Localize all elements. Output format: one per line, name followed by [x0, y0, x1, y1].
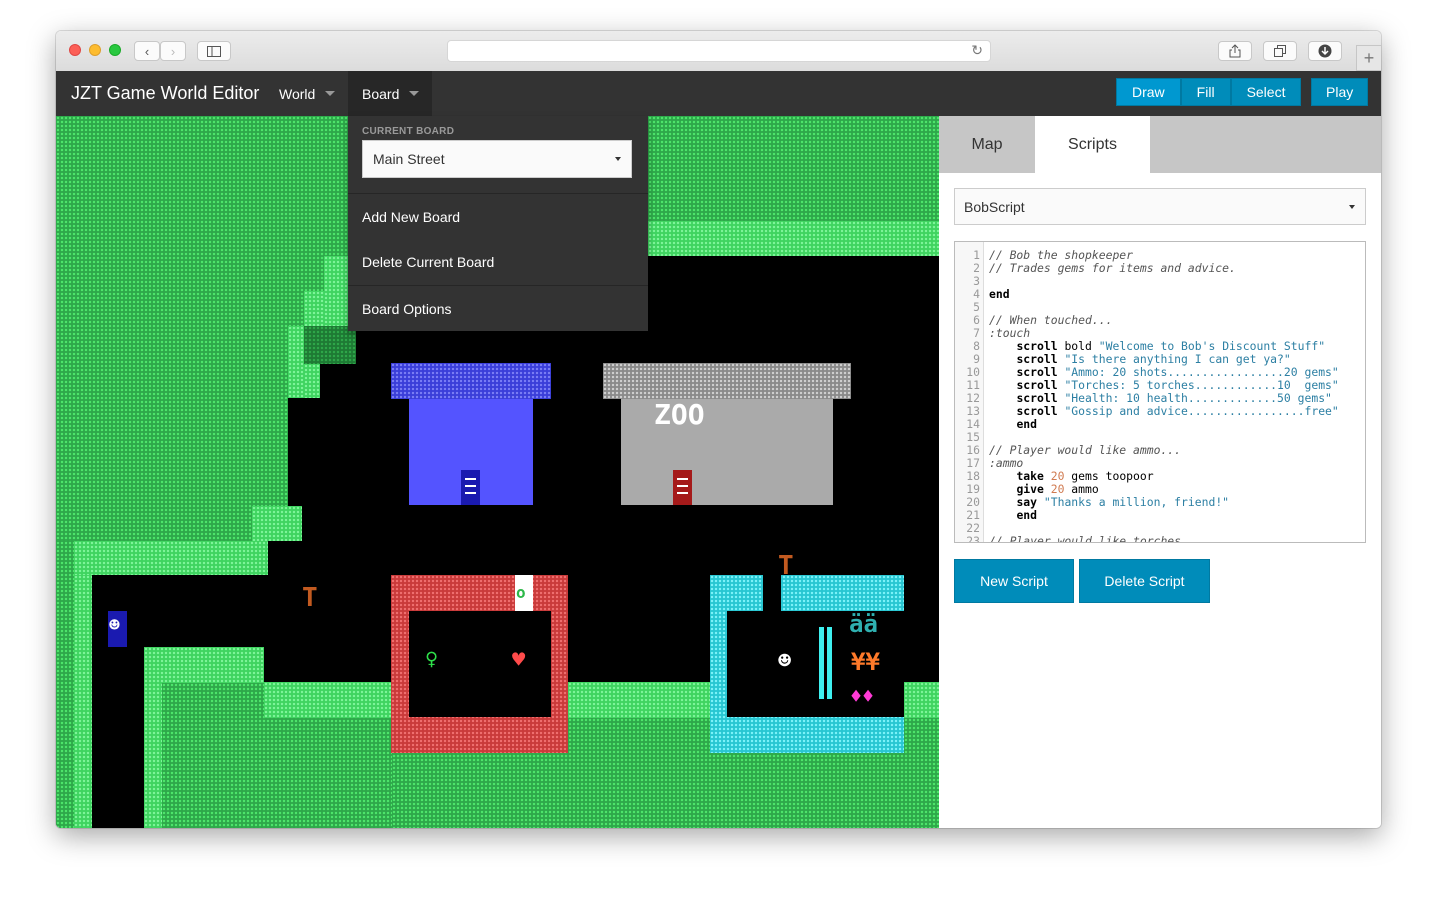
zoo-sign: ZOO: [654, 398, 705, 431]
player-sprite[interactable]: ☻: [108, 611, 127, 647]
new-script-button[interactable]: New Script: [954, 559, 1074, 603]
grass-area: [288, 326, 304, 398]
add-new-board-item[interactable]: Add New Board: [348, 194, 648, 239]
top-navbar: JZT Game World Editor World Board Draw F…: [56, 71, 1381, 116]
draw-mode-button[interactable]: Draw: [1116, 78, 1181, 106]
zoo-building-roof: [603, 363, 851, 399]
delete-script-button[interactable]: Delete Script: [1079, 559, 1210, 603]
code-text: scroll "Gossip and advice...............…: [1016, 404, 1339, 418]
tabs-overview-button[interactable]: [1263, 41, 1297, 61]
player-face-icon: ☻: [109, 615, 120, 636]
blue-building-roof: [391, 363, 551, 399]
world-menu[interactable]: World: [265, 71, 349, 116]
grass-area: [74, 541, 268, 575]
tabs-icon: [1274, 45, 1286, 57]
grass-area: [304, 364, 320, 398]
caret-down-icon: [409, 91, 420, 96]
board-dropdown-menu: CURRENT BOARD Main Street Add New Board …: [348, 116, 648, 331]
right-panel: Map Scripts BobScript 1// Bob the shopke…: [939, 116, 1381, 828]
close-window-button[interactable]: [69, 44, 81, 56]
minimize-window-button[interactable]: [89, 44, 101, 56]
script-select[interactable]: BobScript: [954, 188, 1366, 225]
blue-building-door[interactable]: [461, 470, 480, 505]
panel-tabs: Map Scripts: [939, 116, 1381, 173]
delete-current-board-item[interactable]: Delete Current Board: [348, 239, 648, 284]
gem-icon: ♦♦: [850, 684, 875, 708]
yen-icon: ¥¥: [851, 648, 880, 676]
edit-mode-group: Draw Fill Select: [1116, 78, 1302, 108]
grass-area: [56, 541, 74, 828]
current-board-select[interactable]: Main Street: [362, 140, 632, 178]
tab-map[interactable]: Map: [939, 116, 1035, 173]
code-text: end: [989, 287, 1010, 301]
zoom-window-button[interactable]: [109, 44, 121, 56]
address-bar[interactable]: ↻: [447, 40, 991, 62]
line-number: 23: [966, 534, 980, 543]
reload-icon[interactable]: ↻: [971, 42, 983, 59]
caret-down-icon: [615, 157, 621, 161]
grass-area: [264, 682, 392, 718]
caret-down-icon: [1349, 205, 1355, 209]
share-icon: [1229, 44, 1241, 58]
plus-icon: +: [1363, 47, 1375, 68]
share-button[interactable]: [1218, 41, 1252, 61]
grass-area: [568, 682, 710, 718]
caret-down-icon: [325, 91, 336, 96]
grass-area: [904, 682, 939, 718]
shopkeeper-face-icon[interactable]: ☻: [778, 651, 791, 673]
code-text: // Trades gems for items and advice.: [989, 261, 1236, 275]
sidebar-toggle-button[interactable]: [197, 41, 231, 61]
board-menu[interactable]: Board: [348, 71, 432, 116]
download-icon: [1318, 44, 1332, 58]
ring-icon: o: [516, 583, 526, 602]
downloads-button[interactable]: [1308, 41, 1342, 61]
current-board-label: CURRENT BOARD: [362, 126, 455, 137]
key-icon: ♀: [425, 647, 439, 672]
fill-mode-button[interactable]: Fill: [1180, 78, 1231, 106]
new-tab-button[interactable]: +: [1356, 45, 1381, 71]
forward-button[interactable]: ›: [160, 41, 186, 61]
browser-titlebar: ‹ › ↻: [56, 31, 1381, 72]
script-code-editor[interactable]: 1// Bob the shopkeeper 2// Trades gems fo…: [954, 241, 1366, 543]
zoo-building-door[interactable]: [673, 470, 692, 505]
chevron-right-icon: ›: [170, 43, 176, 59]
sidebar-icon: [207, 45, 221, 57]
heart-icon: ♥: [512, 648, 526, 673]
torch-icon: T: [302, 583, 318, 613]
zoo-building: [621, 399, 833, 505]
browser-window: ‹ › ↻ + JZT Game World Editor World Boar…: [56, 31, 1381, 828]
board-menu-label: Board: [362, 85, 400, 102]
code-text: // Player would like torches...: [989, 534, 1202, 543]
grass-area: [648, 221, 939, 256]
torch-icon: T: [778, 551, 794, 581]
select-mode-button[interactable]: Select: [1230, 78, 1302, 106]
grass-area: [74, 575, 92, 828]
back-button[interactable]: ‹: [134, 41, 160, 61]
play-button[interactable]: Play: [1311, 78, 1369, 106]
script-select-value: BobScript: [964, 198, 1025, 215]
code-text: end: [1016, 508, 1038, 522]
code-text: end: [1016, 417, 1038, 431]
letters-icon: ää: [849, 610, 878, 638]
cyan-pillar: [819, 627, 824, 699]
tab-scripts[interactable]: Scripts: [1035, 116, 1150, 173]
board-options-item[interactable]: Board Options: [348, 286, 648, 331]
world-menu-label: World: [279, 85, 316, 102]
grass-area: [304, 326, 356, 364]
grass-area: [252, 506, 302, 541]
app-brand[interactable]: JZT Game World Editor: [71, 83, 259, 104]
current-board-value: Main Street: [373, 151, 445, 167]
chevron-left-icon: ‹: [144, 43, 150, 59]
